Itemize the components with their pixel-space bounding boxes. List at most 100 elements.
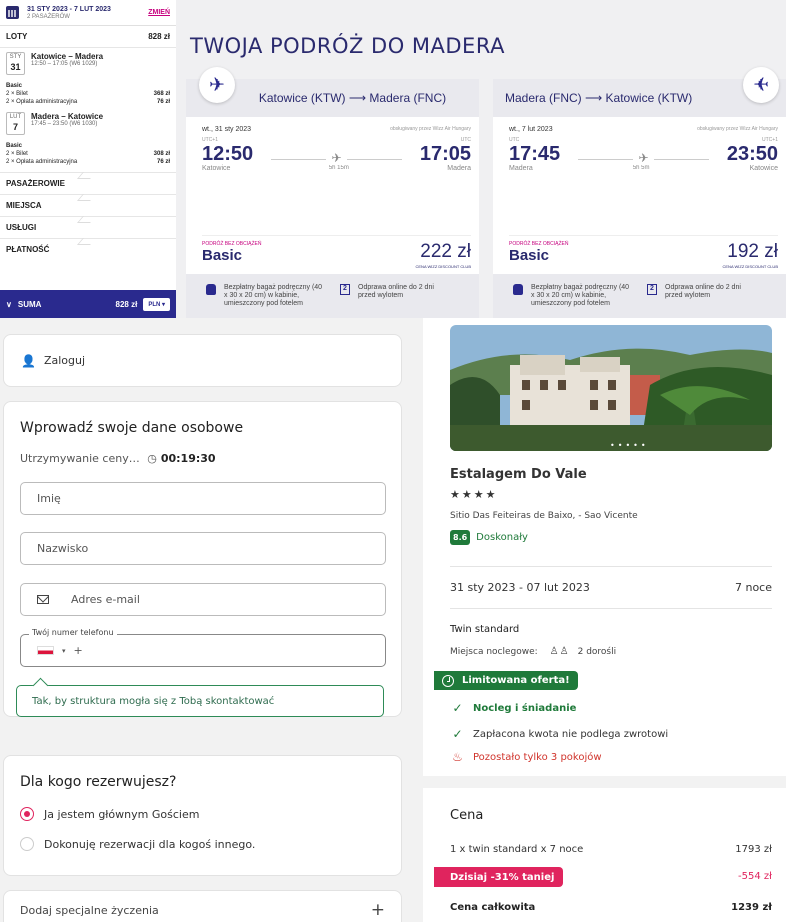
plane-icon: ✈ (560, 151, 727, 165)
flight-card-return: ✈ Madera (FNC) ⟶ Katowice (KTW) wt., 7 l… (493, 67, 786, 318)
email-field[interactable]: Adres e-mail (20, 583, 386, 616)
departure-city: Katowice (202, 165, 231, 172)
hotel-photo-illustration (450, 325, 772, 451)
perk-checkin: 2 Odprawa online do 2 dni przed wylotem (647, 284, 757, 318)
radio-main-guest[interactable]: Ja jestem głównym Gościem (20, 807, 199, 821)
radio-icon (20, 837, 34, 851)
divider (450, 566, 772, 567)
section-separator (423, 776, 786, 788)
feature-nonrefundable: ✓ Zapłacona kwota nie podlega zwrotowi (450, 727, 668, 741)
section-passengers[interactable]: PASAŻEROWIE (0, 172, 176, 194)
arrival-city: Madera (447, 165, 471, 172)
page-title: TWOJA PODRÓŻ DO MADERA (190, 34, 505, 58)
fare-box[interactable]: PODRÓŻ BEZ OBCIĄŻEŃ Basic 222 zł CENA WI… (202, 235, 471, 275)
score-badge: 8.6 (450, 530, 471, 545)
login-button[interactable]: 👤 Zaloguj (3, 334, 402, 387)
change-button[interactable]: ZMIEŃ (148, 9, 170, 16)
total-price: Cena całkowita 1239 zł (450, 902, 772, 913)
fare-box[interactable]: PODRÓŻ BEZ OBCIĄŻEŃ Basic 192 zł CENA WI… (509, 235, 778, 275)
radio-selected-icon (20, 807, 34, 821)
login-label: Zaloguj (43, 354, 86, 367)
checkin-icon: 2 (647, 284, 657, 295)
operator-text: obsługiwany przez Wizz Air Hungary (390, 126, 471, 132)
fare-breakdown: Basic 2 × Bilet 308 zł 2 × Opłata adminis… (6, 143, 170, 165)
plane-icon: ✈ (253, 151, 420, 165)
checkmark-icon: ✓ (452, 701, 463, 715)
price-hold: Utrzymywanie ceny… ◷ 00:19:30 (20, 452, 216, 465)
checkmark-icon: ✓ (452, 727, 463, 741)
hotel-stars: ★★★★ (450, 488, 498, 501)
bag-icon (513, 284, 523, 295)
discount-badge: Dzisiaj -31% taniej (434, 867, 564, 887)
room-type: Twin standard (450, 624, 520, 635)
perk-checkin: 2 Odprawa online do 2 dni przed wylotem (340, 284, 450, 318)
flight-card-outbound: ✈ Katowice (KTW) ⟶ Madera (FNC) wt., 31 … (186, 67, 479, 318)
section-payment[interactable]: PŁATNOŚĆ (0, 238, 176, 260)
price-title: Cena (450, 808, 484, 823)
operator-text: obsługiwany przez Wizz Air Hungary (697, 126, 778, 132)
flight-time: 17:45 – 23:50 (W6 1030) (31, 121, 98, 127)
bag-icon (206, 284, 216, 295)
occupancy: Miejsca noclegowe: ♙♙ 2 dorośli (450, 646, 617, 657)
booking-for-panel: Dla kogo rezerwujesz? Ja jestem głównym … (3, 755, 402, 876)
summary-header: 31 STY 2023 - 7 LUT 2023 2 PASAŻERÓW ZMI… (0, 0, 176, 26)
flight-summary-outbound: STY 31 Katowice – Madera 12:50 – 17:05 (… (0, 48, 176, 106)
flight-booking-section: 31 STY 2023 - 7 LUT 2023 2 PASAŻERÓW ZMI… (0, 0, 786, 318)
departure-time: 17:45 (509, 143, 561, 165)
hotel-summary: ••••• Estalagem Do Vale ★★★★ Sitio Das F… (423, 318, 786, 922)
flight-duration: 5h 5m (632, 165, 650, 171)
sum-bar[interactable]: ∨ SUMA 828 zł PLN ▾ (0, 290, 176, 318)
flight-route: Katowice – Madera (31, 52, 104, 61)
limited-offer-badge: Limitowana oferta! (434, 671, 578, 690)
flights-total: 828 zł (148, 32, 170, 41)
carousel-dots[interactable]: ••••• (610, 441, 649, 450)
price-line: 1 x twin standard x 7 noce 1793 zł (450, 844, 772, 855)
phone-tooltip: Tak, by struktura mogła się z Tobą skont… (16, 685, 384, 717)
flight-time: 12:50 – 17:05 (W6 1029) (31, 61, 98, 67)
radio-other-guest[interactable]: Dokonuję rezerwacji dla kogoś innego. (20, 837, 255, 851)
special-requests-toggle[interactable]: Dodaj specjalne życzenia + (3, 890, 402, 922)
divider (450, 608, 772, 609)
personal-data-panel: Wprowadź swoje dane osobowe Utrzymywanie… (3, 401, 402, 717)
flights-label: LOTY (6, 32, 28, 41)
arrival-time: 17:05 (419, 143, 471, 165)
country-dropdown-icon[interactable]: ▾ (62, 647, 66, 655)
date-box: LUT 7 (6, 112, 25, 135)
trip-dates: 31 STY 2023 - 7 LUT 2023 (27, 5, 111, 13)
fare-price: 192 zł (727, 241, 778, 262)
user-icon: 👤 (21, 353, 36, 368)
hotel-photo[interactable]: ••••• (450, 325, 772, 451)
booking-for-title: Dla kogo rezerwujesz? (20, 774, 177, 790)
last-name-field[interactable]: Nazwisko (20, 532, 386, 565)
phone-field[interactable]: Twój numer telefonu ▾ + (20, 628, 386, 667)
flight-summary-return: LUT 7 Madera – Katowice 17:45 – 23:50 (W… (0, 106, 176, 166)
people-icon: ♙♙ (549, 646, 570, 657)
flame-icon: ♨ (452, 750, 463, 764)
arrival-city: Katowice (749, 165, 778, 172)
hotel-address: Sitio Das Feiteiras de Baixo, - Sao Vice… (450, 511, 638, 521)
perk-cabin-bag: Bezpłatny bagaż podręczny (40 x 30 x 20 … (206, 284, 326, 318)
clock-icon (442, 674, 454, 687)
poland-flag-icon[interactable] (37, 646, 54, 655)
departure-time: 12:50 (202, 143, 254, 165)
currency-select[interactable]: PLN ▾ (143, 297, 170, 311)
section-seats[interactable]: MIEJSCA (0, 194, 176, 216)
feature-breakfast: ✓ Nocleg i śniadanie (450, 701, 576, 715)
hold-timer: 00:19:30 (160, 452, 216, 465)
first-name-field[interactable]: Imię (20, 482, 386, 515)
fare-breakdown: Basic 2 × Bilet 368 zł 2 × Opłata adminis… (6, 83, 170, 105)
arrival-time: 23:50 (726, 143, 778, 165)
calendar-icon (6, 6, 19, 19)
passenger-count: 2 PASAŻERÓW (27, 13, 70, 20)
fare-price: 222 zł (420, 241, 471, 262)
discount-value: -554 zł (738, 871, 772, 882)
chevron-down-icon: ∨ (6, 299, 12, 309)
section-services[interactable]: USŁUGI (0, 216, 176, 238)
flight-duration: 5h 15m (328, 165, 349, 171)
flights-row[interactable]: LOTY 828 zł (0, 26, 176, 48)
sum-label: SUMA (17, 299, 42, 309)
hotel-name: Estalagem Do Vale (450, 467, 587, 482)
flight-date: wt., 7 lut 2023 (509, 126, 553, 133)
plus-icon: + (370, 900, 385, 920)
flight-card-header: Madera (FNC) ⟶ Katowice (KTW) (505, 91, 693, 105)
